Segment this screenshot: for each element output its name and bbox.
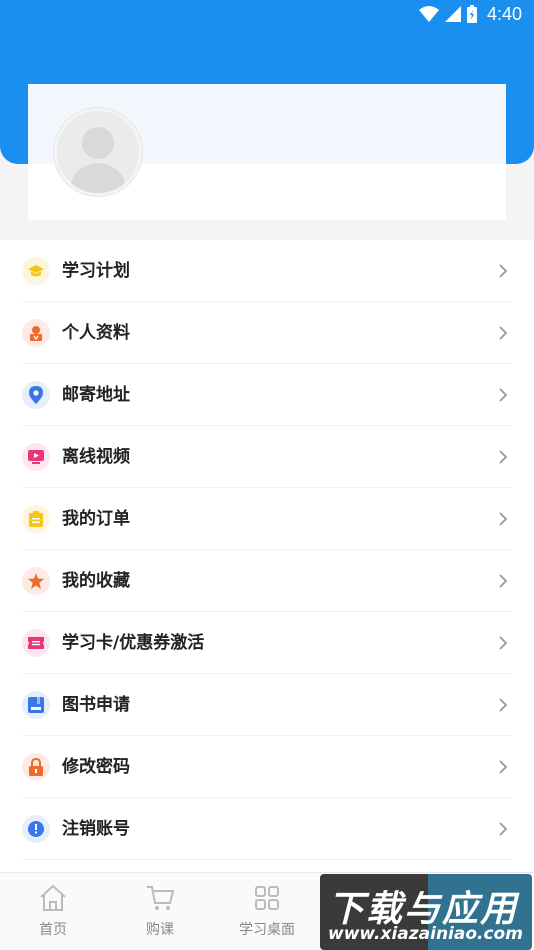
status-bar: 4:40 [0,0,534,28]
grid-icon [255,886,279,910]
graduation-cap-icon [22,257,50,285]
order-clipboard-icon [22,505,50,533]
chevron-right-icon [499,512,508,526]
chevron-right-icon [499,574,508,588]
menu-item-label: 我的收藏 [62,571,130,591]
tab-buy-course[interactable]: 购课 [107,873,213,950]
video-play-icon [22,443,50,471]
menu-item-label: 我的订单 [62,509,130,529]
menu-item-study-plan[interactable]: 学习计划 [0,240,534,302]
tab-label: 学习桌面 [239,922,295,938]
chevron-right-icon [499,698,508,712]
menu-item-my-orders[interactable]: 我的订单 [0,488,534,550]
cart-icon [147,886,175,910]
menu-item-label: 注销账号 [62,819,130,839]
tab-home[interactable]: 首页 [0,873,106,950]
chevron-right-icon [499,450,508,464]
person-icon [22,319,50,347]
menu-item-mailing-address[interactable]: 邮寄地址 [0,364,534,426]
menu-item-label: 图书申请 [62,695,130,715]
divider [22,859,512,860]
chevron-right-icon [499,760,508,774]
default-avatar-icon [69,127,127,193]
battery-icon [466,5,477,23]
chevron-right-icon [499,264,508,278]
menu-item-book-application[interactable]: 图书申请 [0,674,534,736]
menu-item-label: 邮寄地址 [62,385,130,405]
cellular-signal-icon [444,6,461,22]
menu-item-offline-video[interactable]: 离线视频 [0,426,534,488]
tab-label: 首页 [39,922,67,938]
chevron-right-icon [499,822,508,836]
menu-item-label: 学习计划 [62,261,130,281]
menu-item-label: 个人资料 [62,323,130,343]
watermark-url: www.xiazainiao.com [328,924,523,944]
menu-item-change-password[interactable]: 修改密码 [0,736,534,798]
chevron-right-icon [499,636,508,650]
star-icon [22,567,50,595]
tab-label: 购课 [146,922,174,938]
menu-item-label: 学习卡/优惠券激活 [62,633,205,653]
wifi-icon [418,6,439,22]
home-icon [40,884,66,911]
avatar[interactable] [54,108,142,196]
location-pin-icon [22,381,50,409]
lock-icon [22,753,50,781]
menu-item-my-favorites[interactable]: 我的收藏 [0,550,534,612]
watermark: 下载与应用 www.xiazainiao.com [320,874,532,950]
chevron-right-icon [499,388,508,402]
menu-item-label: 修改密码 [62,757,130,777]
book-icon [22,691,50,719]
chevron-right-icon [499,326,508,340]
profile-card[interactable] [28,84,506,220]
status-time: 4:40 [486,3,522,24]
menu-item-card-coupon-activation[interactable]: 学习卡/优惠券激活 [0,612,534,674]
menu-list: 学习计划 个人资料 邮寄地址 离线视频 我的订单 我的收藏 学习卡/优惠券激活 … [0,240,534,872]
ticket-icon [22,629,50,657]
logout-clock-icon [22,815,50,843]
tab-study-desk[interactable]: 学习桌面 [214,873,320,950]
menu-item-label: 离线视频 [62,447,130,467]
menu-item-profile[interactable]: 个人资料 [0,302,534,364]
menu-item-delete-account[interactable]: 注销账号 [0,798,534,860]
